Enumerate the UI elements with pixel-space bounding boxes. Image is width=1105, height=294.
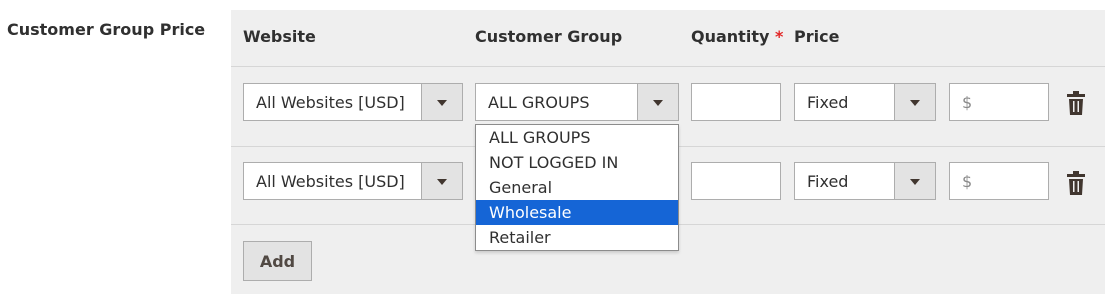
row-1-quantity-input[interactable] <box>691 83 781 121</box>
dropdown-option-retailer[interactable]: Retailer <box>476 225 678 250</box>
row-2-website-select[interactable]: All Websites [USD] <box>243 162 463 200</box>
field-label: Customer Group Price <box>7 20 206 39</box>
column-header-customer-group: Customer Group <box>475 27 623 46</box>
dropdown-option-wholesale[interactable]: Wholesale <box>476 200 678 225</box>
chevron-down-icon <box>437 100 447 106</box>
column-header-website: Website <box>243 27 316 46</box>
trash-icon[interactable] <box>1067 171 1085 195</box>
row-1-price-type-dropdown-button[interactable] <box>894 84 935 120</box>
row-1-price-type-value: Fixed <box>807 93 849 112</box>
required-mark: * <box>774 27 784 46</box>
row-1-customer-group-dropdown-button[interactable] <box>637 84 678 120</box>
chevron-down-icon <box>653 100 663 106</box>
row-2-website-dropdown-button[interactable] <box>421 163 462 199</box>
dropdown-option-general[interactable]: General <box>476 175 678 200</box>
dropdown-option-all-groups[interactable]: ALL GROUPS <box>476 125 678 150</box>
column-header-price: Price <box>794 27 840 46</box>
customer-group-dropdown-list: ALL GROUPS NOT LOGGED IN General Wholesa… <box>475 124 679 251</box>
trash-icon[interactable] <box>1067 91 1085 115</box>
row-1-price-type-select[interactable]: Fixed <box>794 83 936 121</box>
chevron-down-icon <box>910 100 920 106</box>
row-1-customer-group-select[interactable]: ALL GROUPS <box>475 83 679 121</box>
chevron-down-icon <box>437 179 447 185</box>
row-2-website-value: All Websites [USD] <box>256 172 405 191</box>
column-header-quantity: Quantity * <box>691 27 783 46</box>
add-button[interactable]: Add <box>243 241 312 281</box>
row-1-customer-group-value: ALL GROUPS <box>488 93 590 112</box>
chevron-down-icon <box>910 179 920 185</box>
row-1-price-placeholder: $ <box>962 93 973 112</box>
quantity-header-label: Quantity <box>691 27 770 46</box>
row-divider <box>231 66 1105 67</box>
row-1-website-dropdown-button[interactable] <box>421 84 462 120</box>
row-2-price-type-dropdown-button[interactable] <box>894 163 935 199</box>
row-2-price-input[interactable]: $ <box>949 162 1049 200</box>
row-2-price-type-select[interactable]: Fixed <box>794 162 936 200</box>
row-1-price-input[interactable]: $ <box>949 83 1049 121</box>
row-2-price-placeholder: $ <box>962 172 973 191</box>
dropdown-option-not-logged-in[interactable]: NOT LOGGED IN <box>476 150 678 175</box>
row-2-price-type-value: Fixed <box>807 172 849 191</box>
row-1-website-select[interactable]: All Websites [USD] <box>243 83 463 121</box>
row-1-website-value: All Websites [USD] <box>256 93 405 112</box>
row-2-quantity-input[interactable] <box>691 162 781 200</box>
